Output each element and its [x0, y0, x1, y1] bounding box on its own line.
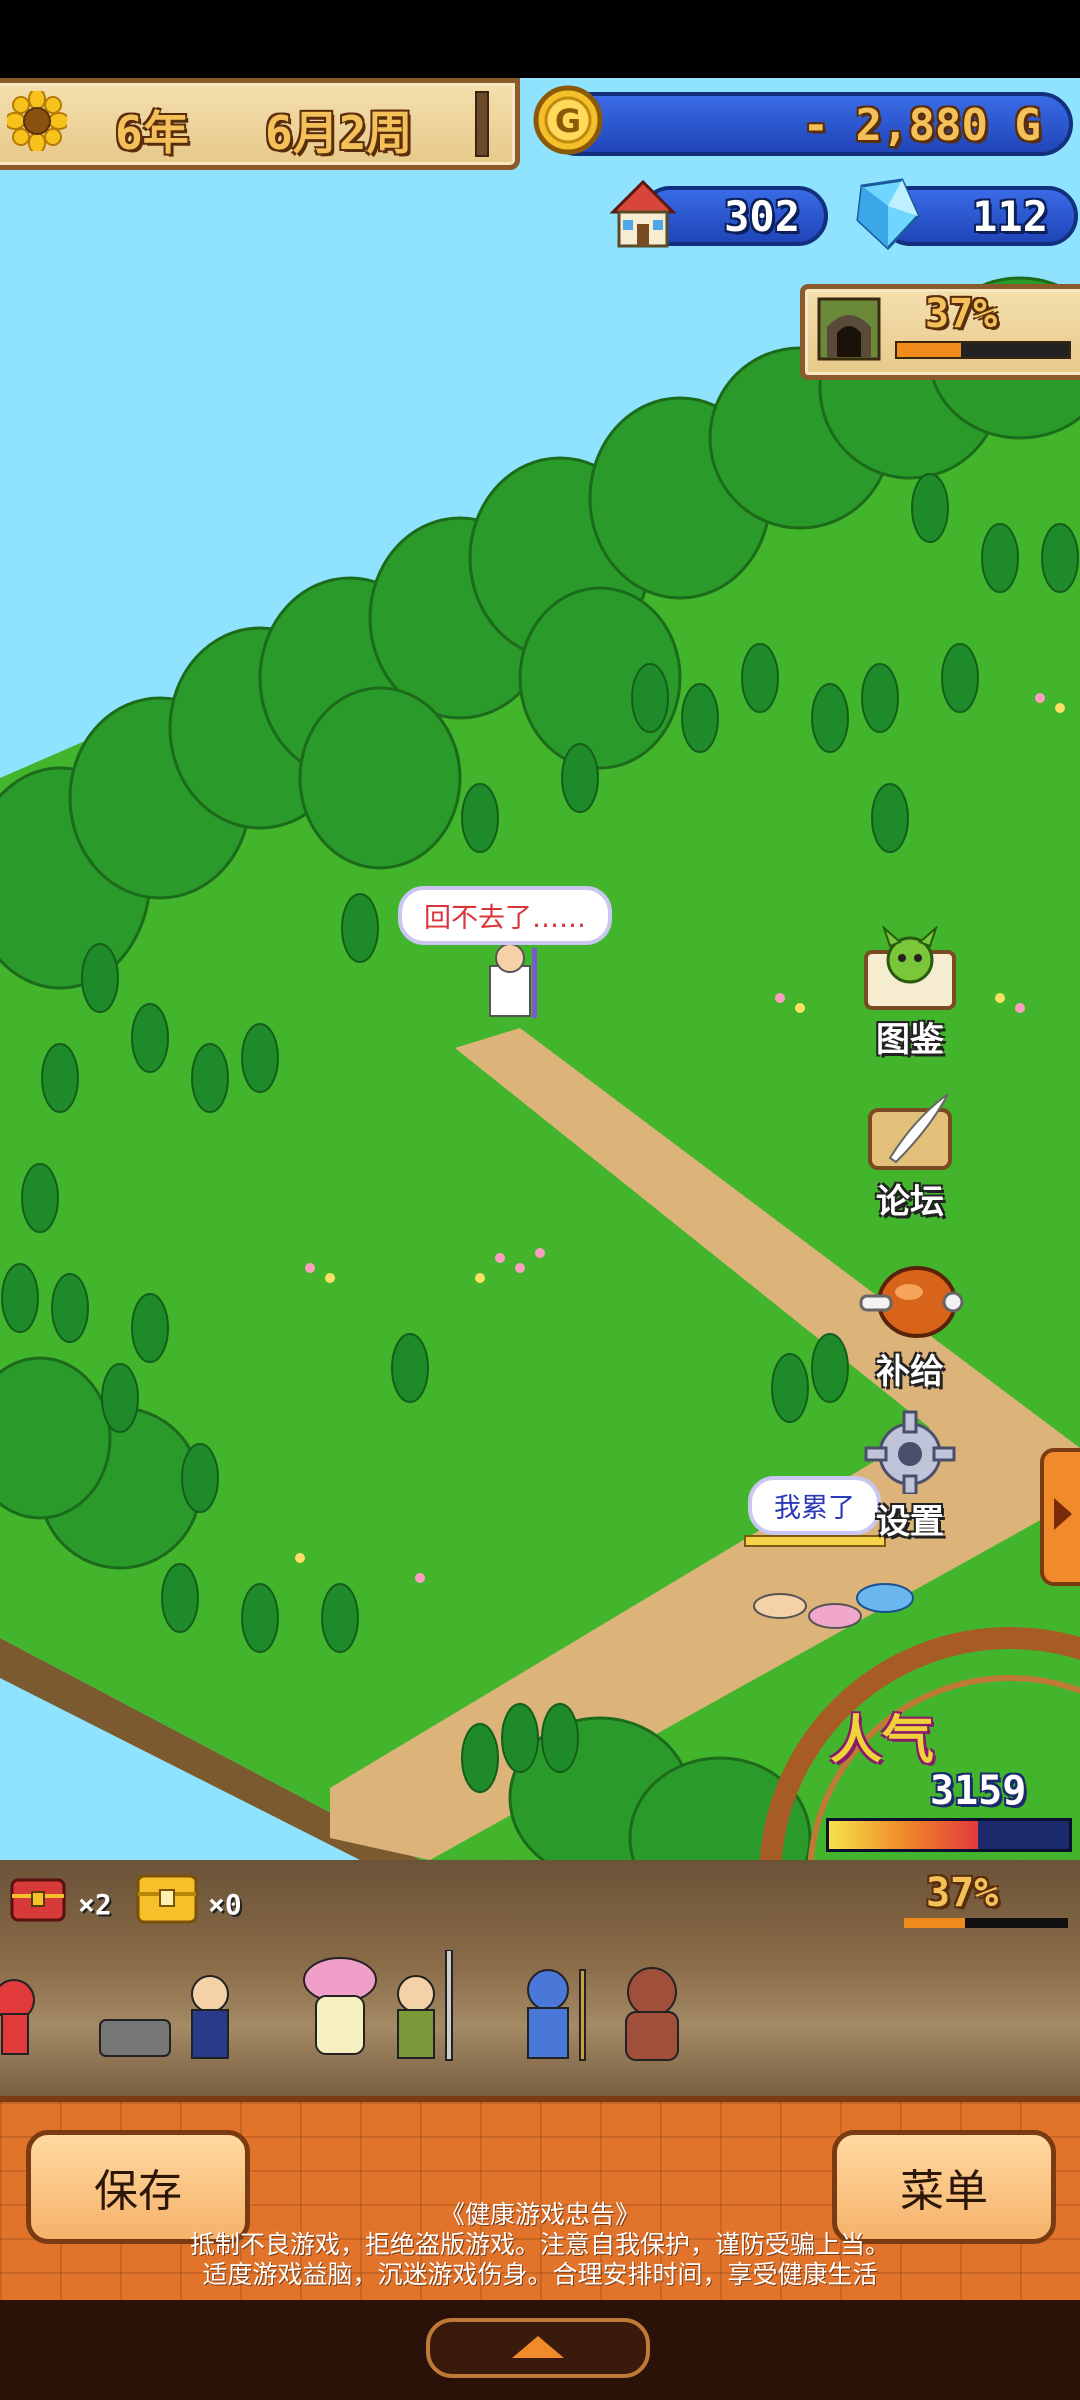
arrow-right-icon — [1054, 1498, 1072, 1530]
health-notice-title: 《健康游戏忠告》 — [439, 2200, 640, 2229]
crystal-value: 112 — [972, 192, 1048, 241]
crystal-icon — [852, 176, 924, 252]
gold-chest-icon — [136, 1870, 198, 1924]
game-view[interactable]: 6年 6月2周 - 2,880 G G 302 112 37% 回不去了…… 我… — [0, 78, 1080, 1860]
forum-button[interactable]: 论坛 — [855, 1088, 965, 1223]
party-members[interactable] — [0, 1949, 1080, 2090]
encyclopedia-label: 图鉴 — [876, 1020, 944, 1060]
year-label: 6年 — [115, 106, 189, 160]
party-progress-fill — [904, 1918, 965, 1928]
forum-label: 论坛 — [876, 1182, 944, 1222]
dragon-book-icon — [860, 924, 960, 1012]
popularity-value: 3159 — [930, 1768, 1027, 1814]
month-week-label: 6月2周 — [265, 106, 413, 160]
party-progress-track — [904, 1918, 1068, 1928]
population-value: 302 — [724, 192, 800, 241]
date-divider — [475, 91, 489, 157]
health-notice-line-1: 抵制不良游戏，拒绝盗版游戏。注意自我保护，谨防受骗上当。 — [189, 2230, 890, 2259]
encyclopedia-button[interactable]: 图鉴 — [855, 924, 965, 1061]
dungeon-progress-value: 37% — [925, 291, 998, 337]
house-icon — [605, 176, 681, 252]
date-panel: 6年 6月2周 — [0, 78, 520, 170]
gear-icon — [860, 1408, 960, 1496]
money-bar: - 2,880 G — [545, 92, 1073, 156]
settings-button[interactable]: 设置 — [855, 1408, 965, 1543]
dungeon-progress-panel[interactable]: 37% — [800, 284, 1080, 380]
meat-icon — [855, 1258, 965, 1344]
speech-bubble-1: 回不去了…… — [398, 886, 612, 945]
expand-tray-button[interactable] — [426, 2318, 650, 2378]
bottom-nav-bar — [0, 2300, 1080, 2400]
party-strip[interactable]: ×2 ×0 37% — [0, 1860, 1080, 2096]
party-progress-value: 37% — [926, 1870, 999, 1916]
sunflower-icon — [4, 88, 70, 154]
red-chest-icon — [10, 1874, 66, 1922]
red-chest-count: ×2 — [78, 1888, 112, 1921]
quill-scroll-icon — [860, 1088, 960, 1174]
dungeon-progress-track — [895, 341, 1071, 359]
gold-chest-count: ×0 — [208, 1888, 242, 1921]
expand-side-tab[interactable] — [1040, 1448, 1080, 1586]
health-notice: 《健康游戏忠告》 抵制不良游戏，拒绝盗版游戏。注意自我保护，谨防受骗上当。 适度… — [140, 2200, 940, 2290]
popularity-title: 人气 — [830, 1711, 935, 1771]
arrow-up-icon — [512, 2336, 564, 2358]
settings-label: 设置 — [876, 1502, 944, 1542]
gold-coin-icon: G — [532, 84, 604, 156]
svg-text:G: G — [555, 102, 581, 140]
supply-button[interactable]: 补给 — [855, 1258, 965, 1393]
supply-label: 补给 — [876, 1352, 944, 1392]
system-status-bar — [0, 0, 1080, 78]
money-value: - 2,880 G — [802, 100, 1041, 151]
bottom-panel: 保存 菜单 《健康游戏忠告》 抵制不良游戏，拒绝盗版游戏。注意自我保护，谨防受骗… — [0, 2096, 1080, 2306]
health-notice-line-2: 适度游戏益脑，沉迷游戏伤身。合理安排时间，享受健康生活 — [202, 2260, 878, 2289]
dungeon-progress-fill — [897, 343, 961, 357]
cave-icon — [817, 297, 881, 361]
popularity-fill — [829, 1821, 978, 1849]
popularity-bar — [826, 1818, 1072, 1852]
